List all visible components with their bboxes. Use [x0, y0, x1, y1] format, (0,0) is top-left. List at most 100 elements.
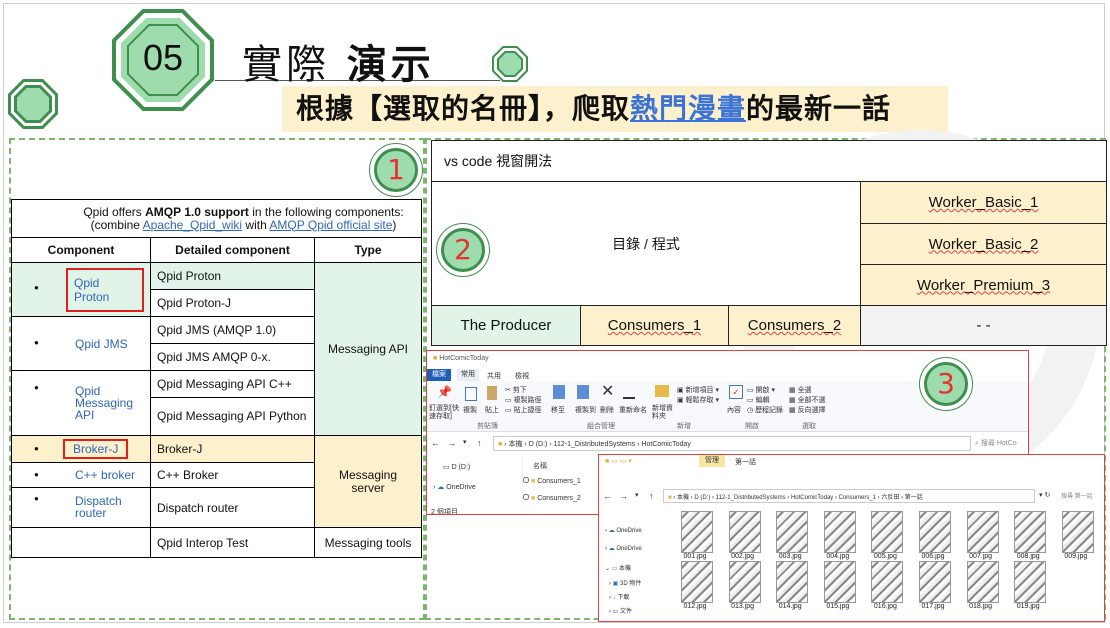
tab-share[interactable]: 共用: [487, 371, 501, 381]
image-filename: 005.jpg: [873, 553, 897, 560]
image-thumbnail[interactable]: [681, 561, 713, 603]
producer-cell: The Producer: [431, 305, 581, 346]
group-open: 開啟: [745, 423, 759, 430]
address-bar[interactable]: ■ › 本機 › D (D:) › 112-1_DistributedSyste…: [663, 489, 1035, 503]
image-thumbnail[interactable]: [823, 561, 856, 603]
amqp-official-site-link[interactable]: AMQP Qpid official site: [269, 218, 392, 232]
image-thumbnail[interactable]: [1014, 511, 1047, 553]
file-item[interactable]: ■ Consumers_1: [523, 477, 581, 485]
ribbon-select-all[interactable]: ▦ 全選: [789, 385, 812, 395]
up-icon[interactable]: ↑: [477, 438, 482, 448]
small-badge-left: [8, 79, 58, 129]
component-qpid-jms[interactable]: Qpid JMS: [75, 337, 128, 351]
new-folder-icon[interactable]: [655, 385, 669, 397]
tab-view[interactable]: 檢視: [515, 371, 529, 381]
marker-2: 2: [436, 223, 490, 277]
column-name-header[interactable]: 名稱: [533, 461, 547, 471]
image-thumbnail[interactable]: [871, 511, 904, 553]
image-thumbnail[interactable]: [966, 561, 999, 603]
component-broker-j[interactable]: Broker-J: [63, 439, 129, 459]
window-title: 第一話: [735, 459, 756, 466]
nav-item-d-drive[interactable]: ▭ D (D:): [443, 463, 470, 471]
image-thumbnail[interactable]: [1014, 561, 1047, 603]
image-thumbnail[interactable]: [966, 511, 999, 553]
image-filename: 004.jpg: [826, 553, 850, 560]
search-box[interactable]: 搜尋 第一話: [1061, 491, 1093, 500]
image-filename: 007.jpg: [969, 553, 993, 560]
ribbon-select-none[interactable]: ▦ 全部不選: [789, 395, 826, 405]
image-thumbnail[interactable]: [728, 561, 761, 603]
ribbon-properties-label: 內容: [727, 407, 741, 414]
ribbon-invert[interactable]: ▦ 反向選擇: [789, 405, 826, 415]
image-thumbnail[interactable]: [871, 561, 904, 603]
nav-pane: › ☁ OneDrive › ☁ OneDrive ⌄ ▭ 本機 › ▣ 3D …: [599, 507, 659, 621]
nav-item-documents[interactable]: › ▭ 文件: [609, 606, 632, 615]
ribbon-history[interactable]: ◷ 歷程記錄: [747, 405, 783, 415]
component-qpid-proton[interactable]: Qpid Proton: [66, 267, 144, 312]
ribbon-paste-label: 貼上: [485, 407, 499, 414]
nav-item-this-pc[interactable]: ⌄ ▭ 本機: [605, 563, 631, 572]
component-cpp-broker[interactable]: C++ broker: [75, 468, 135, 482]
subtitle-link[interactable]: 熱門漫畫: [630, 92, 746, 125]
tab-file[interactable]: 檔案: [427, 369, 451, 381]
detail-cell: Qpid Interop Test: [150, 527, 315, 558]
page-title: 實際 演示: [242, 42, 435, 88]
nav-item-onedrive[interactable]: › ☁ OneDrive: [433, 483, 476, 491]
image-thumbnail[interactable]: [919, 561, 951, 603]
component-dispatch-router[interactable]: Dispatch router: [75, 495, 135, 519]
address-bar-row: ← → ▾ ↑ ■ › 本機 › D (D:) › 112-1_Distribu…: [427, 435, 1028, 451]
back-icon[interactable]: ←: [603, 491, 612, 501]
component-qpid-messaging-api[interactable]: Qpid Messaging API: [75, 385, 135, 421]
nav-item-3d-objects[interactable]: › ▣ 3D 物件: [609, 578, 641, 587]
image-thumbnail[interactable]: [776, 561, 809, 603]
nav-item-downloads[interactable]: › ↓ 下載: [609, 592, 629, 601]
forward-icon[interactable]: →: [619, 491, 628, 501]
apache-qpid-wiki-link[interactable]: Apache_Qpid_wiki: [143, 218, 242, 232]
image-thumbnail[interactable]: [823, 511, 856, 553]
ribbon-edit[interactable]: ▭ 編輯: [747, 395, 770, 405]
ribbon-copy-path[interactable]: ▭ 複製路徑: [505, 395, 542, 405]
ribbon-easy-access[interactable]: ▣ 輕鬆存取 ▾: [677, 395, 719, 405]
ribbon-paste-shortcut[interactable]: ▭ 貼上捷徑: [505, 405, 542, 415]
nav-item-onedrive-2[interactable]: › ☁ OneDrive: [605, 545, 642, 552]
back-icon[interactable]: ←: [431, 438, 440, 448]
empty-cell: - -: [859, 305, 1108, 346]
move-to-icon[interactable]: [553, 385, 565, 399]
forward-icon[interactable]: →: [447, 438, 456, 448]
copy-to-icon[interactable]: [577, 385, 589, 399]
ribbon-newfolder-label: 新增資料夾: [652, 405, 673, 420]
ribbon-open[interactable]: ▭ 開啟 ▾: [747, 385, 775, 395]
search-box[interactable]: ⌕ 搜尋 HotCo: [975, 438, 1017, 448]
window-title: ■ HotComicToday: [433, 355, 489, 362]
ribbon-new-item[interactable]: ▣ 新增項目 ▾: [677, 385, 719, 395]
tab-home[interactable]: 常用: [457, 369, 479, 381]
type-messaging-tools: Messaging tools: [314, 527, 422, 558]
image-thumbnail[interactable]: [776, 511, 809, 553]
image-thumbnail[interactable]: [1061, 511, 1094, 553]
pin-icon[interactable]: 📌: [437, 385, 452, 399]
ribbon-cut[interactable]: ✂ 剪下: [505, 385, 527, 395]
properties-icon[interactable]: ✓: [729, 385, 743, 399]
file-item[interactable]: ■ Consumers_2: [523, 494, 581, 502]
image-thumbnail[interactable]: [919, 511, 951, 553]
image-filename: 003.jpg: [778, 553, 802, 560]
up-icon[interactable]: ↑: [649, 491, 654, 501]
paste-icon[interactable]: [487, 386, 497, 400]
delete-icon[interactable]: ✕: [601, 381, 614, 401]
component-row: ● Qpid JMS: [11, 316, 151, 371]
address-bar-row: ← → ▾ ↑ ■ › 本機 › D (D:) › 112-1_Distribu…: [599, 489, 1104, 503]
recent-dropdown-icon[interactable]: ▾ ↻: [1039, 491, 1050, 499]
copy-icon[interactable]: [465, 387, 477, 401]
address-bar[interactable]: ■ › 本機 › D (D:) › 112-1_DistributedSyste…: [493, 436, 971, 451]
nav-item-onedrive[interactable]: › ☁ OneDrive: [605, 527, 642, 534]
tab-manage[interactable]: 管理: [699, 455, 725, 467]
rename-icon[interactable]: [623, 385, 635, 399]
ribbon-pin-label: 釘選到[快速存取]: [429, 405, 459, 420]
image-thumbnail[interactable]: [681, 511, 713, 553]
group-new: 新增: [677, 423, 691, 430]
detail-cell: Qpid JMS (AMQP 1.0): [150, 316, 315, 344]
recent-icon[interactable]: ▾: [635, 491, 639, 499]
explorer-window-chapter: ■ ▭ ▭ ▾ 管理 第一話 ← → ▾ ↑ ■ › 本機 › D (D:) ›…: [598, 454, 1105, 622]
image-thumbnail[interactable]: [728, 511, 761, 553]
recent-icon[interactable]: ▾: [463, 438, 467, 446]
